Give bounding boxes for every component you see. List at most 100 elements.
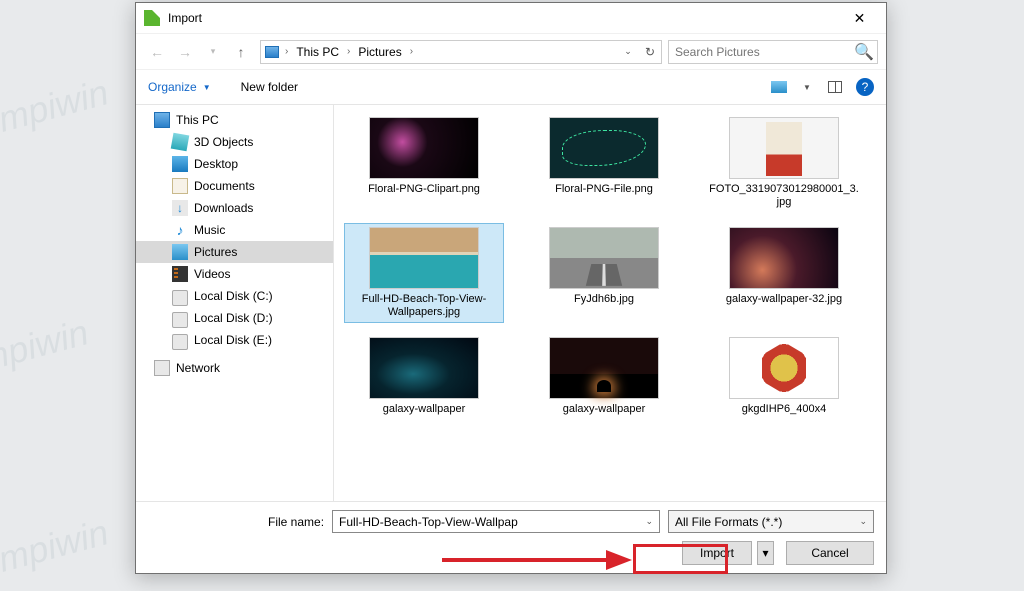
- tree-local-disk-c[interactable]: Local Disk (C:): [136, 285, 333, 307]
- button-row: Import ▾ Cancel: [148, 541, 874, 565]
- thumbnail-image: [729, 227, 839, 289]
- chevron-down-icon[interactable]: ⌄: [859, 516, 867, 527]
- network-icon: [154, 360, 170, 376]
- thumbnail-image: [729, 117, 839, 179]
- dialog-body: This PC 3D Objects Desktop Documents Dow…: [136, 105, 886, 501]
- chevron-down-icon[interactable]: ⌄: [645, 516, 653, 527]
- file-thumb[interactable]: FyJdh6b.jpg: [524, 223, 684, 323]
- downloads-icon: [172, 200, 188, 216]
- breadcrumb-folder[interactable]: Pictures: [352, 45, 407, 59]
- thumbnail-image: [729, 337, 839, 399]
- file-thumb[interactable]: FOTO_3319073012980001_3.jpg: [704, 113, 864, 213]
- file-thumb[interactable]: gkgdIHP6_400x4: [704, 333, 864, 420]
- preview-pane-button[interactable]: [822, 76, 848, 98]
- file-type-filter[interactable]: All File Formats (*.*) ⌄: [668, 510, 874, 533]
- filename-row: File name: Full-HD-Beach-Top-View-Wallpa…: [148, 510, 874, 533]
- file-name: Floral-PNG-File.png: [555, 183, 653, 196]
- organize-label: Organize: [148, 80, 197, 94]
- file-name: FyJdh6b.jpg: [574, 293, 634, 306]
- nav-recent-dropdown[interactable]: ▾: [200, 40, 226, 64]
- thumbnail-image: [369, 227, 479, 289]
- file-thumb[interactable]: Floral-PNG-Clipart.png: [344, 113, 504, 213]
- tree-documents[interactable]: Documents: [136, 175, 333, 197]
- tree-local-disk-d[interactable]: Local Disk (D:): [136, 307, 333, 329]
- thumbnail-image: [549, 227, 659, 289]
- file-pane: Floral-PNG-Clipart.png Floral-PNG-File.pn…: [334, 105, 886, 501]
- music-icon: ♪: [172, 222, 188, 238]
- import-dialog: Import ✕ ← → ▾ ↑ › This PC › Pictures › …: [135, 2, 887, 574]
- file-name: gkgdIHP6_400x4: [742, 403, 826, 416]
- toolbar: Organize ▼ New folder ▼ ?: [136, 69, 886, 105]
- file-name: Full-HD-Beach-Top-View-Wallpapers.jpg: [349, 293, 499, 319]
- breadcrumb-root[interactable]: This PC: [290, 45, 345, 59]
- tree-label: Pictures: [194, 245, 237, 259]
- tree-videos[interactable]: Videos: [136, 263, 333, 285]
- tree-label: Desktop: [194, 157, 238, 171]
- tree-label: Videos: [194, 267, 230, 281]
- address-bar[interactable]: › This PC › Pictures › ⌄ ↻: [260, 40, 662, 64]
- close-button[interactable]: ✕: [837, 4, 882, 32]
- nav-tree: This PC 3D Objects Desktop Documents Dow…: [136, 105, 334, 501]
- help-button[interactable]: ?: [856, 78, 874, 96]
- address-history-dropdown[interactable]: ⌄: [617, 46, 639, 57]
- pc-icon: [154, 112, 170, 128]
- filename-input[interactable]: Full-HD-Beach-Top-View-Wallpap ⌄: [332, 510, 660, 533]
- tree-label: Music: [194, 223, 225, 237]
- app-icon: [144, 10, 160, 26]
- file-name: FOTO_3319073012980001_3.jpg: [709, 183, 859, 209]
- tree-pictures[interactable]: Pictures: [136, 241, 333, 263]
- file-thumb[interactable]: galaxy-wallpaper-32.jpg: [704, 223, 864, 323]
- tree-label: 3D Objects: [194, 135, 253, 149]
- tree-local-disk-e[interactable]: Local Disk (E:): [136, 329, 333, 351]
- pc-icon[interactable]: [261, 46, 283, 58]
- import-button[interactable]: Import: [682, 541, 752, 565]
- import-dropdown-button[interactable]: ▾: [757, 541, 774, 565]
- file-name: galaxy-wallpaper: [383, 403, 466, 416]
- cancel-button[interactable]: Cancel: [786, 541, 874, 565]
- nav-back-button[interactable]: ←: [144, 40, 170, 64]
- tree-label: Downloads: [194, 201, 253, 215]
- tree-downloads[interactable]: Downloads: [136, 197, 333, 219]
- file-name: galaxy-wallpaper-32.jpg: [726, 293, 842, 306]
- nav-row: ← → ▾ ↑ › This PC › Pictures › ⌄ ↻ 🔍: [136, 33, 886, 69]
- titlebar: Import ✕: [136, 3, 886, 33]
- file-thumb[interactable]: galaxy-wallpaper: [344, 333, 504, 420]
- file-name: Floral-PNG-Clipart.png: [368, 183, 480, 196]
- tree-desktop[interactable]: Desktop: [136, 153, 333, 175]
- videos-icon: [172, 266, 188, 282]
- dialog-title: Import: [168, 11, 837, 25]
- tree-label: Local Disk (D:): [194, 311, 273, 325]
- disk-icon: [172, 290, 188, 306]
- view-mode-button[interactable]: [766, 76, 792, 98]
- filename-value: Full-HD-Beach-Top-View-Wallpap: [339, 515, 518, 529]
- nav-forward-button[interactable]: →: [172, 40, 198, 64]
- file-thumb[interactable]: Full-HD-Beach-Top-View-Wallpapers.jpg: [344, 223, 504, 323]
- desktop-icon: [172, 156, 188, 172]
- tree-music[interactable]: ♪ Music: [136, 219, 333, 241]
- chevron-right-icon[interactable]: ›: [408, 46, 415, 57]
- refresh-button[interactable]: ↻: [639, 45, 661, 59]
- disk-icon: [172, 312, 188, 328]
- chevron-right-icon[interactable]: ›: [283, 46, 290, 57]
- file-thumb[interactable]: galaxy-wallpaper: [524, 333, 684, 420]
- file-thumb[interactable]: Floral-PNG-File.png: [524, 113, 684, 213]
- tree-network[interactable]: Network: [136, 357, 333, 379]
- tree-3d-objects[interactable]: 3D Objects: [136, 131, 333, 153]
- search-input[interactable]: [669, 45, 851, 59]
- cube-icon: [171, 133, 190, 152]
- thumbnail-image: [369, 337, 479, 399]
- thumbnail-image: [369, 117, 479, 179]
- chevron-right-icon[interactable]: ›: [345, 46, 352, 57]
- tree-this-pc[interactable]: This PC: [136, 109, 333, 131]
- file-name: galaxy-wallpaper: [563, 403, 646, 416]
- new-folder-button[interactable]: New folder: [241, 80, 298, 94]
- nav-up-button[interactable]: ↑: [228, 40, 254, 64]
- tree-label: Local Disk (E:): [194, 333, 272, 347]
- tree-label: Local Disk (C:): [194, 289, 273, 303]
- thumbnail-image: [549, 337, 659, 399]
- organize-button[interactable]: Organize ▼: [148, 80, 211, 94]
- view-mode-dropdown[interactable]: ▼: [794, 76, 820, 98]
- search-icon[interactable]: 🔍: [851, 42, 877, 62]
- search-box[interactable]: 🔍: [668, 40, 878, 64]
- chevron-down-icon: ▼: [203, 83, 211, 92]
